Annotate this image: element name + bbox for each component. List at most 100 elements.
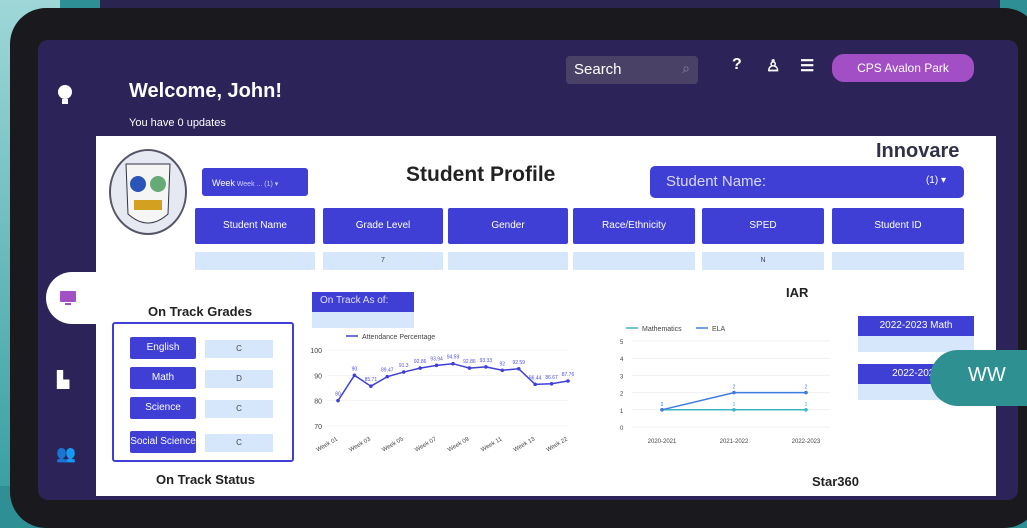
data-label: 1 — [733, 402, 736, 408]
attendance-point — [434, 363, 439, 368]
on-track-as-of-label: On Track As of: — [312, 292, 414, 312]
attendance-point — [385, 374, 390, 379]
series-point — [804, 390, 808, 395]
grade-value: C — [205, 340, 273, 358]
column-header: Race/Ethnicity — [573, 208, 695, 244]
attendance-point — [401, 370, 406, 374]
data-label: 87.76 — [562, 372, 575, 378]
x-tick-label: 2022-2023 — [792, 439, 821, 445]
data-label: 93.94 — [430, 356, 443, 362]
data-label: 2 — [805, 385, 808, 391]
attendance-chart: Attendance Percentage708090100809085.718… — [310, 334, 575, 454]
data-label: 80 — [335, 392, 341, 398]
on-track-grades-title: On Track Grades — [148, 304, 253, 319]
data-label: 93.33 — [480, 358, 493, 364]
x-tick-label: 2020-2021 — [648, 439, 677, 445]
y-tick-label: 80 — [314, 399, 322, 406]
column-value — [195, 252, 315, 270]
dashboard-icon[interactable]: ▙ — [57, 370, 69, 390]
student-name-dropdown[interactable]: Student Name: (1) ▾ — [650, 166, 964, 198]
y-tick-label: 90 — [314, 373, 322, 380]
legend-label: Mathematics — [642, 326, 682, 333]
legend-label: Attendance Percentage — [362, 334, 435, 341]
filter-settings-icon[interactable]: ☰ — [800, 56, 814, 76]
attendance-point — [418, 366, 422, 370]
monitor-icon — [60, 291, 76, 305]
student-name-value: (1) ▾ — [925, 175, 946, 186]
data-label: 86.67 — [545, 375, 558, 381]
subject-label: Social Science — [130, 431, 196, 453]
legend-label: ELA — [712, 326, 726, 333]
y-tick-label: 3 — [620, 374, 624, 380]
series-point — [732, 390, 736, 395]
on-track-status-title: On Track Status — [156, 472, 255, 487]
column-value: N — [702, 252, 824, 270]
subject-label: English — [130, 337, 196, 359]
column-value — [448, 252, 568, 270]
column-value — [832, 252, 964, 270]
lightbulb-logo-icon — [58, 85, 72, 104]
data-label: 92.59 — [512, 360, 525, 366]
week-dropdown[interactable]: Week Week ... (1) ▾ — [202, 168, 308, 196]
y-tick-label: 2 — [620, 392, 624, 398]
welcome-message: Welcome, John! — [129, 80, 282, 102]
data-label: 92.86 — [414, 359, 427, 365]
sidebar-active-item[interactable] — [46, 272, 98, 324]
data-label: 94.59 — [447, 355, 460, 361]
column-header: Student Name — [195, 208, 315, 244]
x-tick-label: Week 13 — [513, 436, 537, 453]
search-input[interactable]: Search ⌕ — [566, 56, 698, 84]
y-tick-label: 70 — [314, 424, 322, 431]
x-tick-label: Week 07 — [414, 436, 438, 453]
iar-math-button[interactable]: 2022-2023 Math — [858, 316, 974, 336]
attendance-point — [549, 381, 554, 386]
attendance-point — [484, 365, 488, 369]
subject-label: Science — [130, 397, 196, 419]
x-tick-label: Week 03 — [348, 436, 372, 453]
data-label: 92 — [500, 361, 506, 367]
y-tick-label: 1 — [620, 409, 624, 415]
x-tick-label: Week 05 — [381, 436, 405, 453]
attendance-point — [516, 366, 521, 371]
series-point — [732, 408, 736, 412]
subject-label: Math — [130, 367, 196, 389]
search-placeholder: Search — [574, 61, 622, 78]
y-tick-label: 5 — [620, 340, 624, 346]
school-crest-logo — [109, 149, 187, 235]
attendance-point — [500, 368, 505, 373]
column-value — [573, 252, 695, 270]
x-tick-label: Week 22 — [546, 436, 570, 453]
column-header: Student ID — [832, 208, 964, 244]
attendance-point — [533, 382, 537, 387]
week-label: Week — [212, 178, 235, 188]
attendance-point — [467, 366, 472, 370]
x-tick-label: Week 09 — [447, 436, 471, 453]
attendance-point — [566, 379, 570, 383]
series-point — [804, 408, 808, 412]
star360-title: Star360 — [812, 474, 859, 489]
grade-value: C — [205, 400, 273, 418]
search-icon: ⌕ — [682, 60, 690, 76]
iar-chart: Mathematics ELA0123451 1 112 22020-2021 2021-… — [620, 326, 830, 445]
help-icon[interactable]: ? — [732, 56, 742, 74]
y-tick-label: 100 — [310, 348, 322, 355]
iar-title: IAR — [786, 285, 809, 300]
users-icon[interactable]: 👥 — [56, 444, 76, 464]
data-label: 89.47 — [381, 368, 394, 374]
school-selector-button[interactable]: CPS Avalon Park — [832, 54, 974, 82]
data-label: 92.86 — [463, 359, 476, 365]
column-header: Gender — [448, 208, 568, 244]
grade-value: D — [205, 370, 273, 388]
x-tick-label: 2021-2022 — [720, 439, 749, 445]
user-icon[interactable]: ♙ — [766, 56, 780, 76]
series-point — [660, 408, 664, 412]
updates-count: You have 0 updates — [129, 117, 226, 129]
brand-logo: Innovare — [876, 140, 960, 162]
data-label: 91.3 — [399, 363, 409, 369]
attendance-point — [352, 373, 357, 378]
x-tick-label: Week 01 — [316, 436, 340, 453]
data-label: 2 — [733, 385, 736, 391]
data-label: 90 — [352, 366, 358, 372]
page-title: Student Profile — [406, 163, 556, 186]
attendance-point — [336, 398, 340, 403]
